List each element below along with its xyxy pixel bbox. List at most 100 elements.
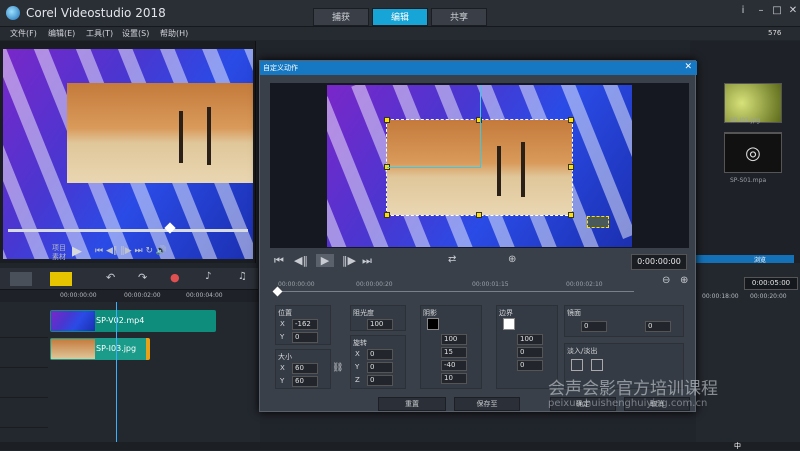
storyboard-view-icon[interactable] (10, 272, 32, 286)
mirror-group: 镜面 0 0 (564, 305, 684, 337)
guide-line (387, 167, 481, 168)
fade-out-icon[interactable] (591, 359, 603, 371)
clip-label[interactable]: 素材 (52, 252, 66, 262)
resize-handle[interactable] (568, 164, 574, 170)
next-frame-icon[interactable]: ‖▶ (342, 254, 356, 267)
dialog-timecode[interactable]: 0:00:00:00 (631, 254, 687, 270)
position-y-input[interactable]: 0 (292, 332, 318, 343)
keyframe-ruler[interactable]: 00:00:00:00 00:00:00:20 00:00:01:15 00:0… (266, 275, 691, 297)
preview-scrubber[interactable] (8, 229, 248, 232)
music-disc-icon[interactable]: ◎ (724, 133, 782, 173)
dialog-close-icon[interactable]: ✕ (684, 62, 692, 72)
last-frame-icon[interactable]: ⏭ (362, 254, 372, 268)
clip-image[interactable]: SP-I03.jpg (50, 338, 150, 360)
first-frame-icon[interactable]: ⏮ (274, 254, 284, 268)
clip-video[interactable]: SP-V02.mp4 (50, 310, 216, 332)
border-width-input[interactable]: 0 (517, 347, 543, 358)
zoom-out-icon[interactable]: ⊖ (662, 275, 670, 286)
fade-in-icon[interactable] (571, 359, 583, 371)
link-icon[interactable]: ⛓ (332, 363, 343, 373)
menu-edit[interactable]: 编辑(E) (48, 28, 75, 39)
audio-mixer-icon[interactable]: ♪ (205, 271, 211, 282)
menu-tools[interactable]: 工具(T) (86, 28, 113, 39)
ruler-label: 00:00:02:00 (124, 292, 161, 299)
close-icon[interactable]: ✕ (786, 4, 800, 18)
zoom-in-icon[interactable]: ⊕ (680, 275, 688, 286)
title-track-header[interactable] (0, 368, 48, 398)
keyframe-add-icon[interactable]: ⊕ (508, 254, 516, 265)
shadow-group: 阴影 100 15 -40 10 (420, 305, 482, 389)
undo-icon[interactable]: ↶ (106, 271, 115, 284)
right-timeline: 0:00:05:00 00:00:18:00 00:00:20:00 (696, 263, 800, 448)
size-y-input[interactable]: 60 (292, 376, 318, 387)
dialog-preview (270, 83, 689, 248)
menu-help[interactable]: 帮助(H) (160, 28, 188, 39)
tab-capture[interactable]: 捕获 (313, 8, 369, 26)
timeline-ruler[interactable]: 00:00:00:00 00:00:02:00 00:00:04:00 (0, 290, 258, 302)
size-group: 大小 X 60 Y 60 (275, 349, 331, 389)
menu-file[interactable]: 文件(F) (10, 28, 37, 39)
rotation-z-input[interactable]: 0 (367, 375, 393, 386)
ruler-label: 00:00:18:00 (702, 293, 739, 300)
timeline-view-icon[interactable] (50, 272, 72, 286)
video-track-header[interactable] (0, 308, 48, 338)
opacity-label: 阻光度 (353, 309, 374, 317)
voice-track-header[interactable] (0, 398, 48, 428)
library-panel: 576 SP-I02.jpg ◎ SP-S01.mpa 浏览 (690, 29, 800, 264)
resize-handle[interactable] (476, 212, 482, 218)
dialog-playback-bar: ⏮ ◀‖ ▶ ‖▶ ⏭ ⇄ ⊕ 0:00:00:00 (268, 251, 689, 275)
dialog-play-icon[interactable]: ▶ (316, 254, 334, 267)
rotation-x-input[interactable]: 0 (367, 349, 393, 360)
shadow-distance-input[interactable]: 10 (441, 373, 467, 384)
opacity-input[interactable]: 100 (367, 319, 393, 330)
resize-handle[interactable] (384, 117, 390, 123)
shadow-color-swatch[interactable] (427, 318, 439, 330)
size-label: 大小 (278, 353, 292, 361)
keyframe-swap-icon[interactable]: ⇄ (448, 254, 456, 265)
rotation-y-input[interactable]: 0 (367, 362, 393, 373)
prev-frame-icon[interactable]: ◀‖ (294, 254, 308, 267)
auto-music-icon[interactable]: ♫ (238, 271, 247, 282)
preview-image (3, 49, 253, 259)
playhead[interactable] (116, 302, 117, 444)
resize-handle[interactable] (384, 212, 390, 218)
position-x-input[interactable]: -162 (292, 319, 318, 330)
resize-handle[interactable] (568, 212, 574, 218)
title-bar: Corel Videostudio 2018 捕获 编辑 共享 i – □ ✕ (0, 0, 800, 27)
record-icon[interactable]: ● (170, 271, 180, 284)
size-x-input[interactable]: 60 (292, 363, 318, 374)
position-group: 位置 X -162 Y 0 (275, 305, 331, 345)
border-label: 边界 (499, 309, 513, 317)
mirror-b-input[interactable]: 0 (645, 321, 671, 332)
save-to-button[interactable]: 保存至 (454, 397, 520, 411)
shadow-object[interactable] (587, 216, 609, 228)
resize-handle[interactable] (568, 117, 574, 123)
keyframe-marker[interactable] (272, 286, 283, 297)
tab-edit[interactable]: 编辑 (372, 8, 428, 26)
reset-button[interactable]: 重置 (378, 397, 446, 411)
overlay-track-header[interactable] (0, 338, 48, 368)
help-icon[interactable]: i (736, 4, 750, 18)
resize-handle[interactable] (476, 117, 482, 123)
shadow-opacity-input[interactable]: 100 (441, 334, 467, 345)
ruler-label: 00:00:01:15 (472, 281, 509, 288)
play-icon[interactable]: ▶ (72, 244, 82, 259)
start-icon[interactable]: ⏮ ◀‖ ‖▶ ⏭ ↻ 🔊 (95, 246, 167, 256)
border-color-swatch[interactable] (503, 318, 515, 330)
timeline-timecode[interactable]: 0:00:05:00 (744, 277, 798, 290)
ruler-label: 00:00:00:00 (60, 292, 97, 299)
border-opacity-input[interactable]: 100 (517, 334, 543, 345)
shadow-direction-input[interactable]: -40 (441, 360, 467, 371)
ruler-label: 00:00:00:20 (356, 281, 393, 288)
browse-button[interactable]: 浏览 (694, 255, 794, 264)
maximize-icon[interactable]: □ (770, 4, 784, 18)
menu-settings[interactable]: 设置(S) (122, 28, 149, 39)
timeline-tracks: SP-V02.mp4 SP-I03.jpg (0, 302, 260, 444)
shadow-blur-input[interactable]: 15 (441, 347, 467, 358)
watermark-text: 会声会影官方培训课程 (548, 379, 718, 399)
border-blur-input[interactable]: 0 (517, 360, 543, 371)
mirror-a-input[interactable]: 0 (581, 321, 607, 332)
redo-icon[interactable]: ↷ (138, 271, 147, 284)
tab-share[interactable]: 共享 (431, 8, 487, 26)
minimize-icon[interactable]: – (754, 4, 768, 18)
